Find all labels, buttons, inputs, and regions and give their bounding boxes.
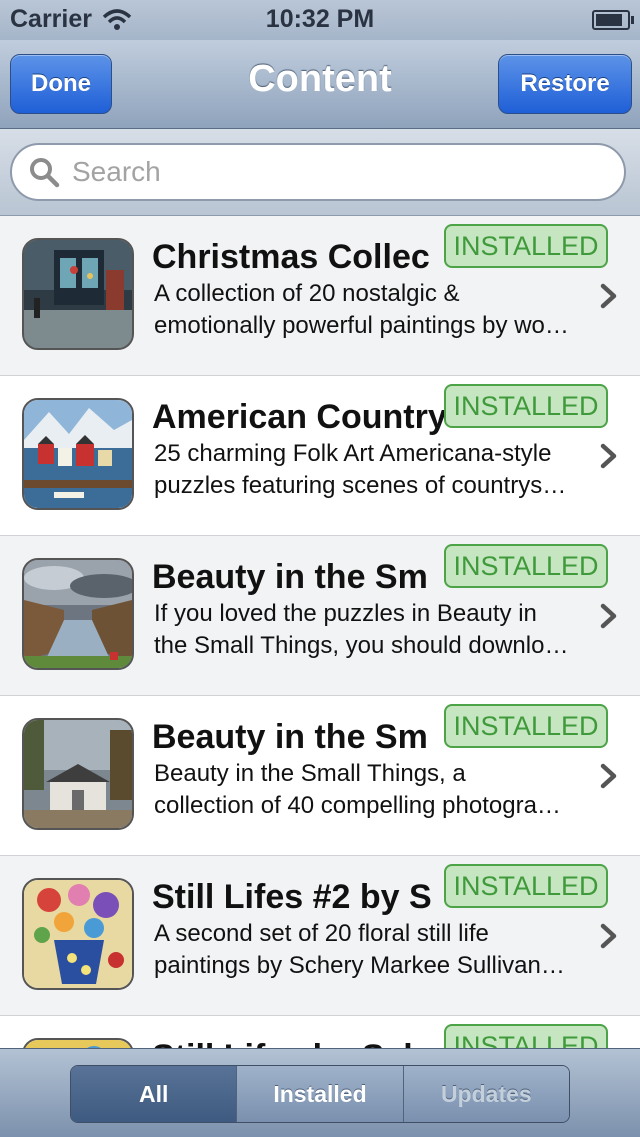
thumbnail-image: [22, 718, 134, 830]
description-line-2: puzzles featuring scenes of countrys…: [154, 472, 567, 499]
description-line-2: the Small Things, you should downlo…: [154, 632, 569, 659]
search-input[interactable]: [70, 155, 574, 189]
chevron-right-icon: [600, 603, 617, 629]
item-title: American Country: [152, 398, 447, 436]
item-description: If you loved the puzzles in Beauty in th…: [154, 598, 604, 662]
segment-all[interactable]: All: [71, 1066, 238, 1122]
list-item[interactable]: Beauty in the Sm INSTALLED If you loved …: [0, 536, 640, 696]
battery-icon: [592, 10, 634, 30]
installed-badge: INSTALLED: [444, 1024, 608, 1048]
description-line-1: A collection of 20 nostalgic &: [154, 280, 460, 307]
item-title: Still Lifes by Sch: [152, 1038, 472, 1048]
navigation-bar: Done Content Restore: [0, 40, 640, 129]
chevron-right-icon: [600, 923, 617, 949]
list-item[interactable]: American Country INSTALLED 25 charming F…: [0, 376, 640, 536]
thumbnail-image: [22, 1038, 134, 1048]
description-line-1: 25 charming Folk Art Americana-style: [154, 440, 552, 467]
description-line-2: paintings by Schery Markee Sullivan…: [154, 952, 565, 979]
list-item[interactable]: Beauty in the Sm INSTALLED Beauty in the…: [0, 696, 640, 856]
description-line-1: Beauty in the Small Things, a: [154, 760, 466, 787]
status-bar: Carrier 10:32 PM: [0, 0, 640, 40]
bottom-toolbar: All Installed Updates: [0, 1048, 640, 1137]
installed-badge: INSTALLED: [444, 224, 608, 268]
description-line-2: collection of 40 compelling photogra…: [154, 792, 561, 819]
chevron-right-icon: [600, 763, 617, 789]
search-bar: [0, 129, 640, 216]
item-title: Beauty in the Sm: [152, 718, 428, 756]
segment-installed[interactable]: Installed: [237, 1066, 404, 1122]
item-title: Beauty in the Sm: [152, 558, 428, 596]
item-description: A collection of 20 nostalgic & emotional…: [154, 278, 604, 342]
item-title: Christmas Collec: [152, 238, 430, 276]
thumbnail-image: [22, 238, 134, 350]
chevron-right-icon: [600, 443, 617, 469]
item-title: Still Lifes #2 by S: [152, 878, 432, 916]
installed-badge: INSTALLED: [444, 704, 608, 748]
item-description: A second set of 20 floral still life pai…: [154, 918, 604, 982]
item-description: 25 charming Folk Art Americana-style puz…: [154, 438, 604, 502]
thumbnail-image: [22, 878, 134, 990]
item-description: Beauty in the Small Things, a collection…: [154, 758, 604, 822]
restore-button[interactable]: Restore: [498, 54, 632, 114]
filter-segmented-control: All Installed Updates: [70, 1065, 570, 1123]
description-line-1: If you loved the puzzles in Beauty in: [154, 600, 537, 627]
list-item[interactable]: Still Lifes by Sch INSTALLED: [0, 1016, 640, 1048]
thumbnail-image: [22, 558, 134, 670]
installed-badge: INSTALLED: [444, 544, 608, 588]
chevron-right-icon: [600, 283, 617, 309]
search-icon: [30, 158, 60, 188]
description-line-2: emotionally powerful paintings by wo…: [154, 312, 569, 339]
content-list: Christmas Collec INSTALLED A collection …: [0, 216, 640, 1048]
clock: 10:32 PM: [265, 5, 375, 33]
installed-badge: INSTALLED: [444, 864, 608, 908]
list-item[interactable]: Still Lifes #2 by S INSTALLED A second s…: [0, 856, 640, 1016]
description-line-1: A second set of 20 floral still life: [154, 920, 489, 947]
search-field[interactable]: [10, 143, 626, 201]
thumbnail-image: [22, 398, 134, 510]
installed-badge: INSTALLED: [444, 384, 608, 428]
list-item[interactable]: Christmas Collec INSTALLED A collection …: [0, 216, 640, 376]
segment-updates[interactable]: Updates: [403, 1066, 569, 1122]
